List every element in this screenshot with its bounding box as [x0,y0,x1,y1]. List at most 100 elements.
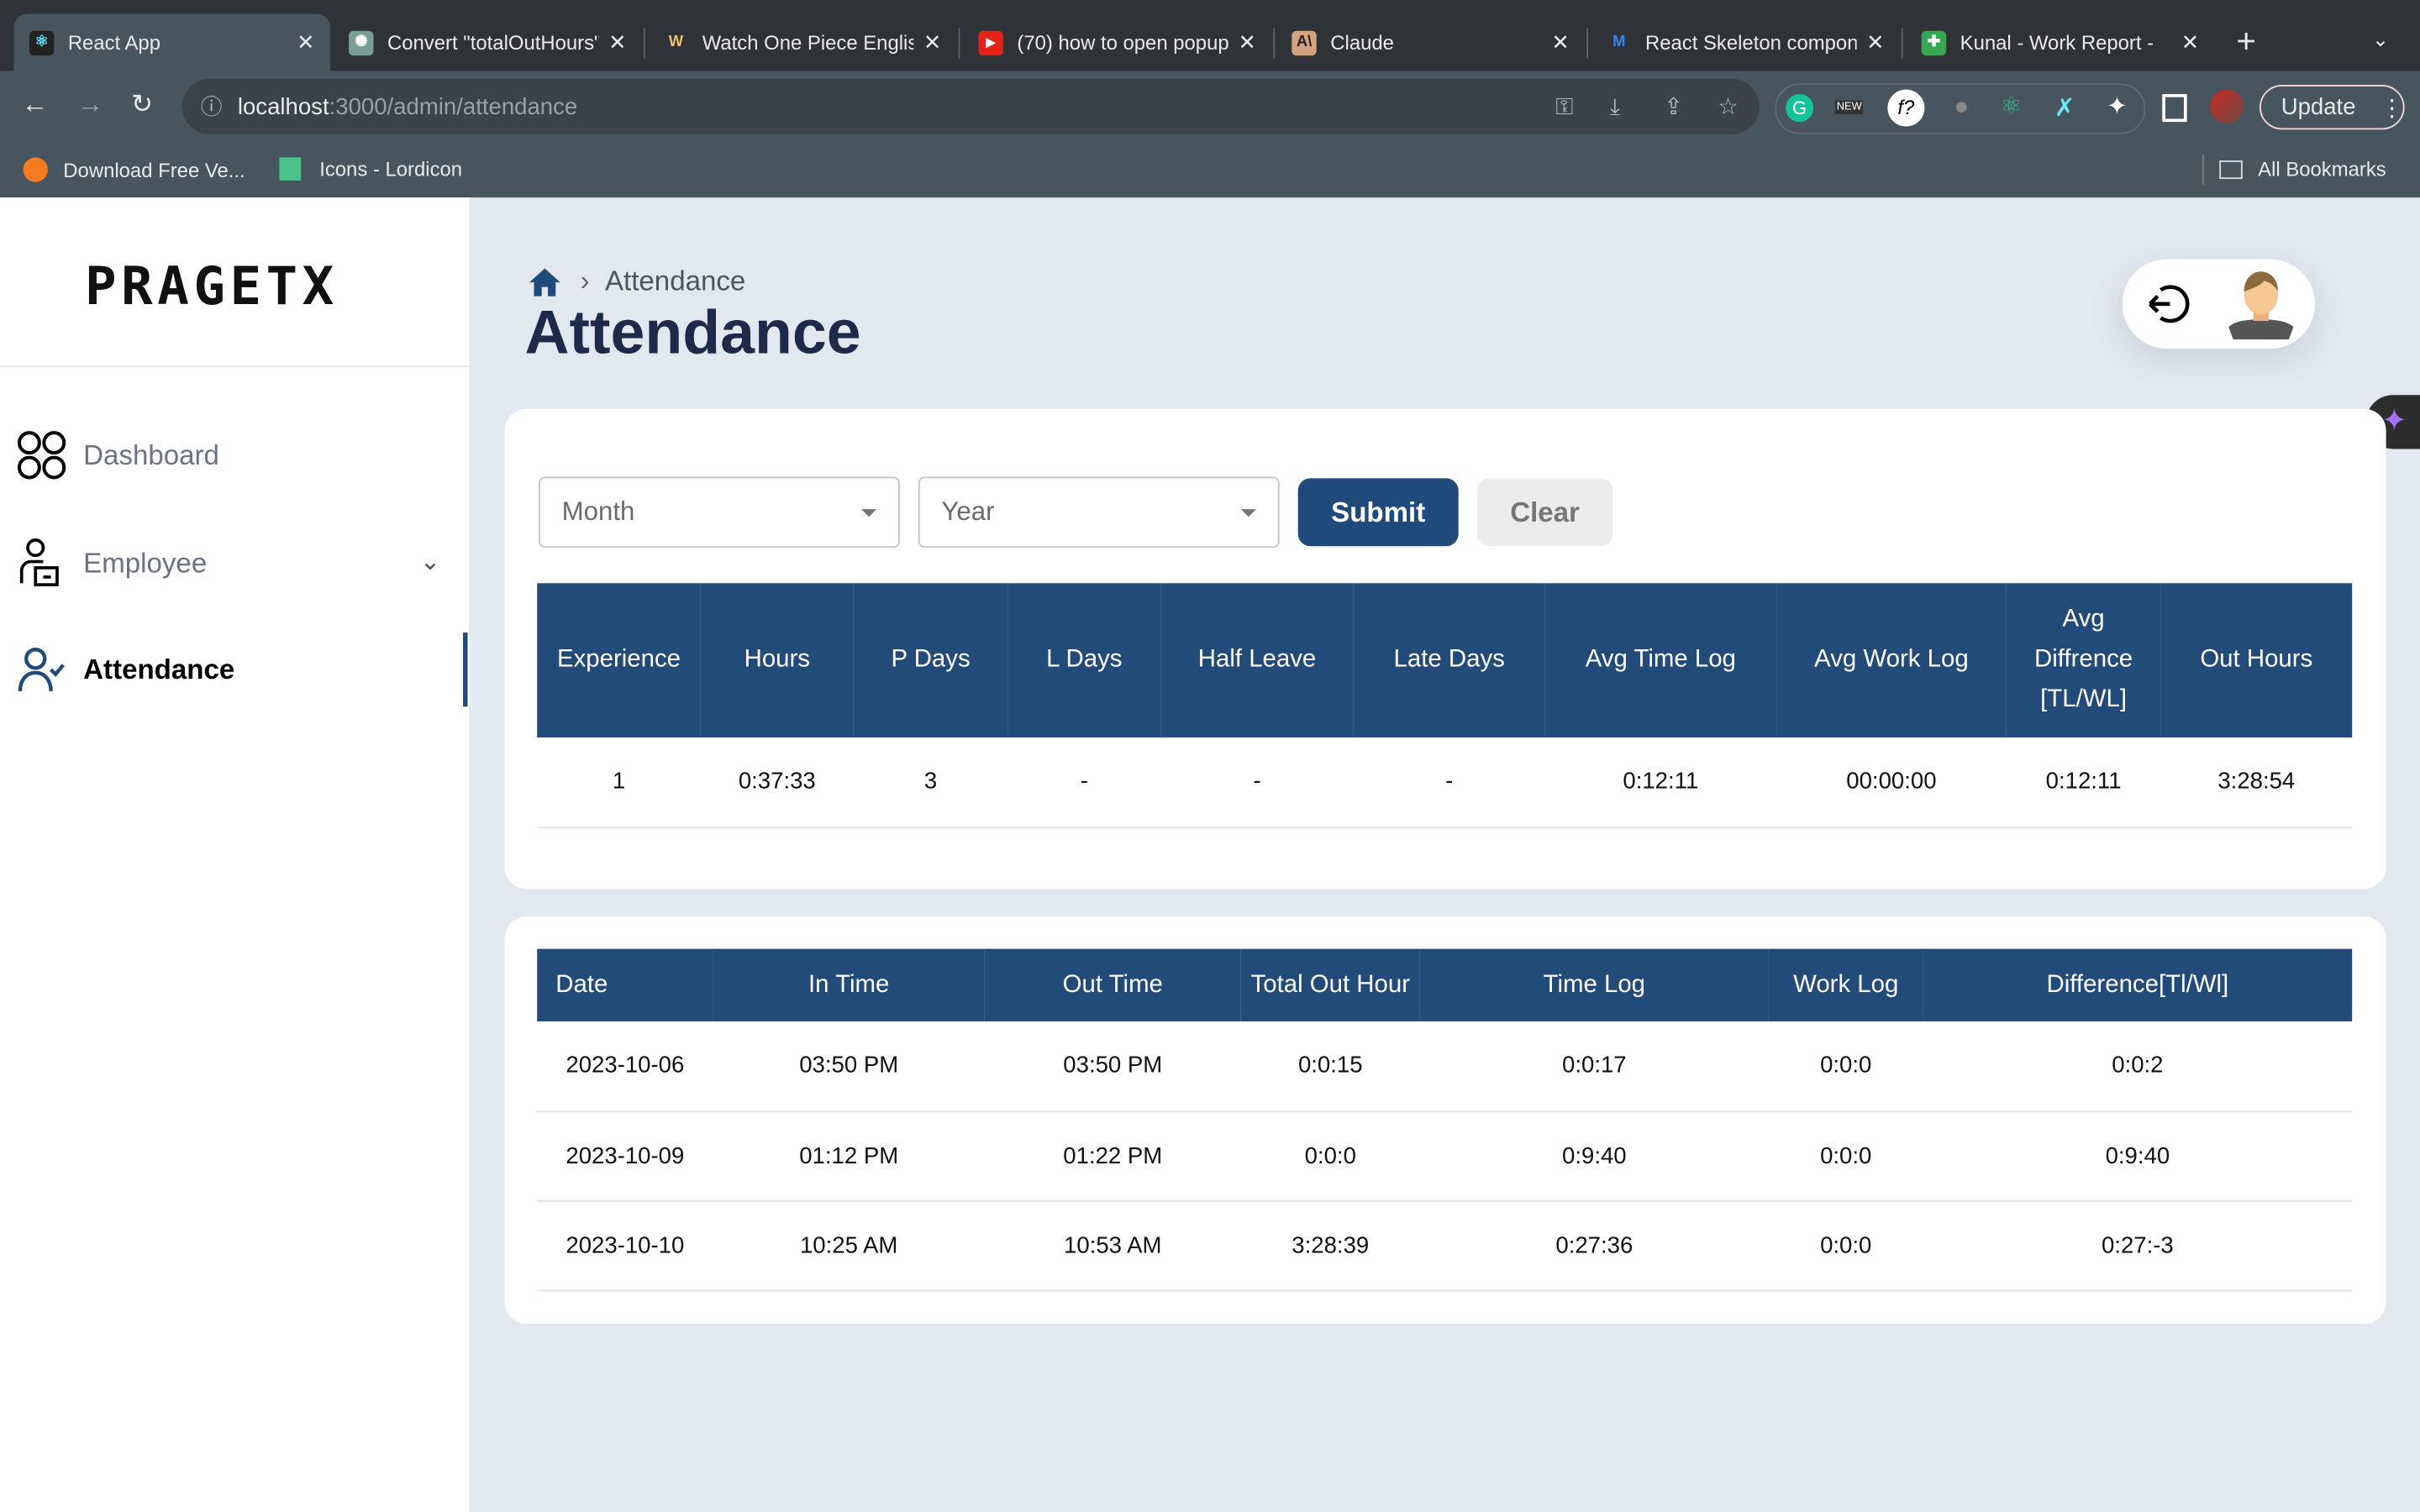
tab-convert[interactable]: ✺ Convert "totalOutHours" ✕ [334,14,642,71]
sidebar-item-employee[interactable]: Employee [15,537,207,589]
tab-youtube[interactable]: ▶ (70) how to open popup ✕ [963,14,1271,71]
tab-title: Kunal - Work Report - [1960,30,2154,55]
detail-table: Date In Time Out Time Total Out Hour Tim… [537,948,2353,1291]
tab-title: React Skeleton component [1644,30,1858,55]
bug-extension-icon[interactable]: ● [1954,94,1969,122]
col-hours: Hours [700,583,854,738]
tab-claude[interactable]: A\ Claude ✕ [1276,14,1585,71]
cell: 0:12:11 [2006,737,2161,828]
col-out-hours: Out Hours [2160,583,2353,738]
clear-button[interactable]: Clear [1476,478,1613,547]
col-date: Date [537,948,713,1021]
site-info-icon[interactable]: ⓘ [201,91,223,122]
col-experience: Experience [537,583,701,738]
close-tab-icon[interactable]: ✕ [1239,29,1257,55]
tab-work-report[interactable]: ✚ Kunal - Work Report - ✕ [1906,14,2214,71]
all-bookmarks-button[interactable]: All Bookmarks [2219,157,2386,181]
back-icon[interactable]: ← [22,90,48,121]
mui-icon: M [1612,34,1626,51]
logout-icon[interactable] [2144,279,2193,328]
profile-avatar[interactable] [2210,89,2244,123]
bookmarks-bar: Download Free Ve... Icons - Lordicon All… [0,141,2420,198]
update-label: Update [2281,94,2356,121]
close-tab-icon[interactable]: ✕ [923,29,942,55]
share-icon[interactable]: ⇪ [1664,92,1683,120]
tab-title: Convert "totalOutHours" [387,30,600,55]
employee-icon [19,538,59,586]
sidebar-item-label: Attendance [83,653,235,685]
extensions-group: G NEW f? ● ⚛ ✗ ✦ [1775,83,2146,134]
react-devtools-icon[interactable]: ⚛ [2000,91,2022,122]
close-tab-icon[interactable]: ✕ [297,29,315,55]
reload-icon[interactable]: ↻ [131,90,153,121]
col-l-days: L Days [1007,583,1161,738]
bookmark-favicon-icon [23,157,48,182]
attendance-icon [18,648,65,691]
close-tab-icon[interactable]: ✕ [2181,29,2200,55]
tab-search-chevron-icon[interactable]: ⌄ [2372,28,2389,52]
col-p-days: P Days [853,583,1008,738]
sidebar-item-attendance[interactable]: Attendance [15,643,234,696]
submit-button[interactable]: Submit [1297,478,1459,547]
year-select[interactable]: Year [918,476,1280,549]
menu-dots-icon[interactable]: ⋮ [2381,93,2404,121]
col-avg-time-log: Avg Time Log [1544,583,1777,738]
screen: ⚛ React App ✕ ✺ Convert "totalOutHours" … [0,0,2420,1512]
sidebar-item-dashboard[interactable]: Dashboard [15,429,219,481]
col-avg-difference: Avg Diffrence [TL/WL] [2006,583,2161,738]
month-select[interactable]: Month [539,476,900,549]
sidebar: PRAGETX Dashboard Employee ⌄ Attendance [0,197,471,1512]
grammarly-icon[interactable]: G [1786,94,1814,123]
chevron-down-icon[interactable]: ⌄ [420,546,441,577]
detail-header-row: Date In Time Out Time Total Out Hour Tim… [537,948,2353,1021]
bookmark-star-icon[interactable]: ☆ [1718,92,1739,120]
update-button[interactable]: Update ⋮ [2259,85,2405,130]
bookmark-download-free[interactable]: Download Free Ve... [23,157,245,182]
cell: 0:0:2 [1923,1021,2353,1112]
header-line: Diffrence [2034,646,2133,673]
dropdown-arrow-icon [1240,509,1257,517]
react-icon: ⚛ [29,29,55,55]
header-line: [TL/WL] [2040,686,2128,713]
cell: 01:12 PM [713,1110,985,1201]
tab-react-app[interactable]: ⚛ React App ✕ [13,13,331,71]
cell: 10:25 AM [713,1200,985,1291]
anthropic-icon: A\ [1292,29,1317,55]
col-out-time: Out Time [984,948,1241,1021]
breadcrumb-separator-icon: › [580,265,590,297]
forward-icon[interactable]: → [77,90,103,121]
table-row: 1 0:37:33 3 - - - 0:12:11 00:00:00 0:12:… [537,737,2353,828]
close-tab-icon[interactable]: ✕ [1551,29,1570,55]
side-panel-icon[interactable] [2162,94,2187,123]
tool-extension-icon[interactable]: ✗ [2054,92,2075,123]
key-icon[interactable]: ⚿ [1555,93,1573,119]
install-icon[interactable]: ⤓ [1610,93,1620,119]
url-path: :3000/admin/attendance [329,93,578,120]
cell: 0:0:0 [1240,1110,1420,1201]
cell: 3:28:54 [2160,737,2353,828]
page-title: Attendance [524,299,861,368]
col-half-leave: Half Leave [1160,583,1354,738]
col-difference: Difference[Tl/Wl] [1923,948,2353,1021]
all-bookmarks-label: All Bookmarks [2258,157,2386,181]
dashboard-icon [17,431,66,480]
fonts-extension-icon[interactable]: f? [1887,89,1925,127]
tab-one-piece[interactable]: W Watch One Piece English ✕ [648,14,956,71]
cell: 0:0:15 [1240,1021,1420,1112]
address-bar[interactable]: ⓘ localhost:3000/admin/attendance ⚿ ⤓ ⇪ … [182,78,1760,134]
tab-react-skeleton[interactable]: M React Skeleton component ✕ [1591,14,1900,71]
home-icon[interactable] [528,266,561,297]
user-actions-pill [2122,259,2316,349]
cell: - [1353,737,1545,828]
new-extension-icon[interactable]: NEW [1834,100,1864,114]
extensions-puzzle-icon[interactable]: ✦ [2107,91,2128,122]
avatar[interactable] [2226,265,2296,343]
bookmark-label: Download Free Ve... [63,158,245,181]
close-tab-icon[interactable]: ✕ [608,29,627,55]
logo[interactable]: PRAGETX [85,256,339,318]
table-row: 2023-10-09 01:12 PM 01:22 PM 0:0:0 0:9:40 0:0… [537,1110,2353,1201]
breadcrumb-current: Attendance [605,265,746,297]
new-tab-icon[interactable]: + [2236,22,2256,62]
bookmark-lordicon[interactable]: Icons - Lordicon [279,157,462,181]
close-tab-icon[interactable]: ✕ [1866,29,1885,55]
